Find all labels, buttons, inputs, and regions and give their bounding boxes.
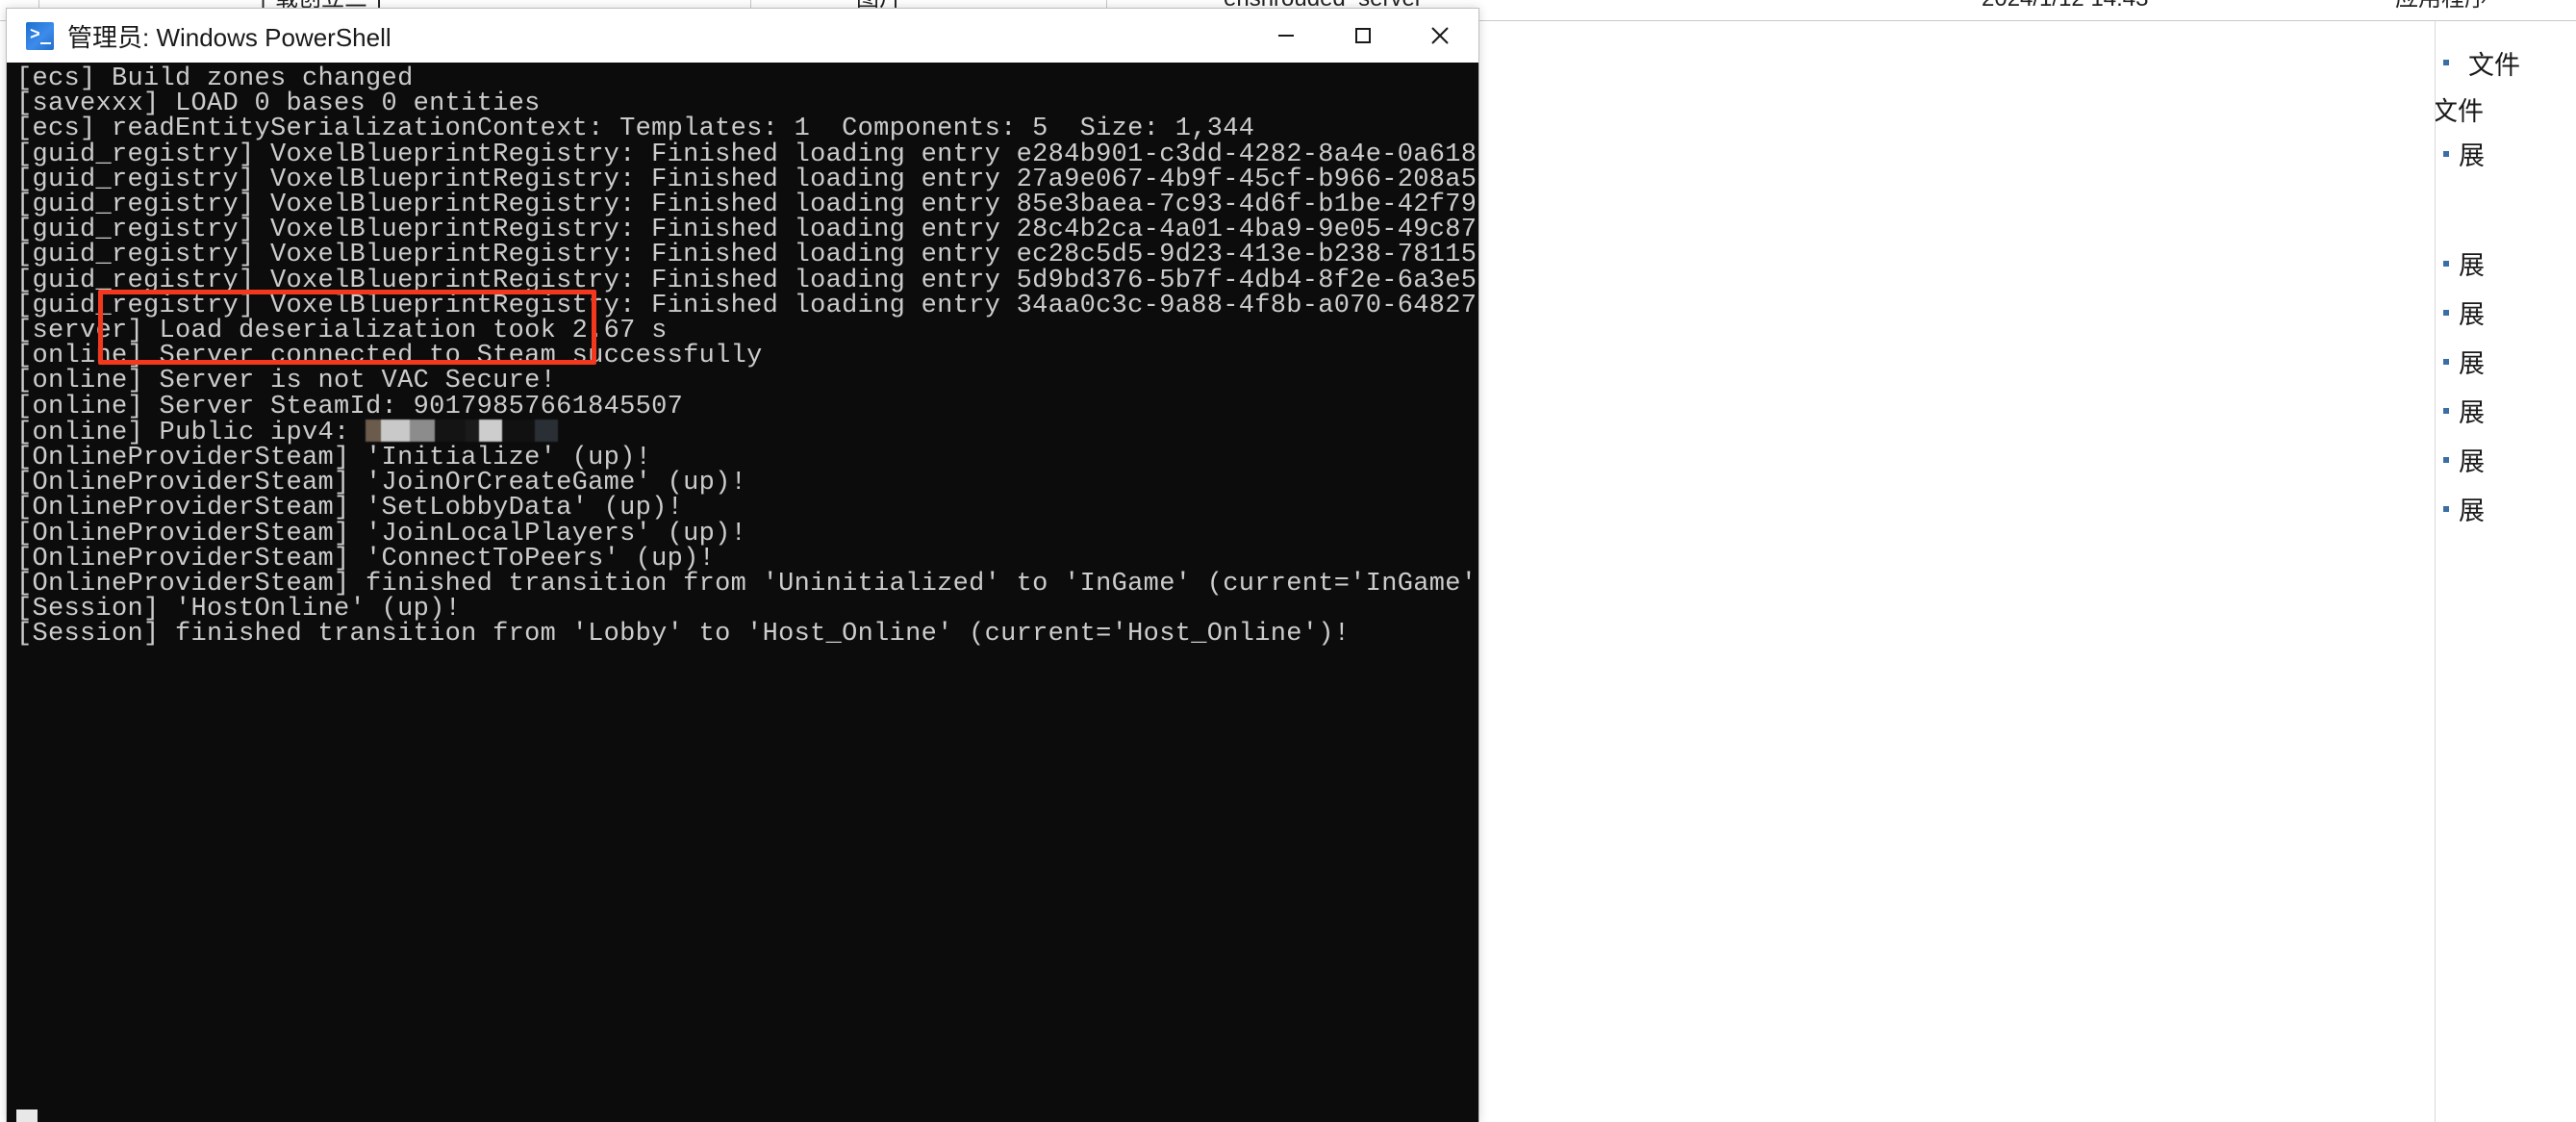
bg-strip-item-4: 应用程序 [2395, 0, 2488, 15]
bg-list-item-6: 展 [2459, 398, 2485, 427]
console-line: [server] Load deserialization took 2.67 … [16, 317, 668, 346]
bg-list-item-2: 展 [2459, 141, 2485, 170]
redacted-ip-overlay [366, 419, 559, 442]
console-output-area[interactable]: [ecs] Build zones changed [savexxx] LOAD… [7, 63, 1478, 1122]
console-line: [guid_registry] VoxelBlueprintRegistry: … [16, 165, 1478, 194]
window-title: 管理员: Windows PowerShell [67, 22, 391, 52]
console-line: [ecs] Build zones changed [16, 64, 414, 93]
console-line: [online] Server is not VAC Secure! [16, 367, 557, 396]
window-controls [1248, 9, 1478, 63]
console-line: [Session] 'HostOnline' (up)! [16, 595, 462, 625]
bg-list-item-5: 展 [2459, 349, 2485, 378]
console-line: [OnlineProviderSteam] 'JoinLocalPlayers'… [16, 519, 747, 548]
console-line: [OnlineProviderSteam] 'ConnectToPeers' (… [16, 544, 716, 574]
console-line: [ecs] readEntitySerializationContext: Te… [16, 115, 1255, 144]
maximize-icon[interactable] [1325, 9, 1402, 63]
bg-list-item-3: 展 [2459, 251, 2485, 280]
bg-list-item-4: 展 [2459, 300, 2485, 329]
bg-strip-item-3: 2024/1/12 14:43 [1982, 0, 2149, 15]
console-line: [guid_registry] VoxelBlueprintRegistry: … [16, 191, 1478, 220]
bg-list-item-1: 文件 [2435, 97, 2484, 126]
console-line: [online] Server connected to Steam succe… [16, 342, 763, 371]
console-line: [online] Server SteamId: 901798576618455… [16, 392, 684, 421]
console-line: [guid_registry] VoxelBlueprintRegistry: … [16, 216, 1478, 245]
console-line: [guid_registry] VoxelBlueprintRegistry: … [16, 140, 1478, 169]
minimize-icon[interactable] [1248, 9, 1325, 63]
console-line: [guid_registry] VoxelBlueprintRegistry: … [16, 241, 1478, 270]
console-line: [OnlineProviderSteam] 'Initialize' (up)! [16, 444, 652, 473]
console-line: [guid_registry] VoxelBlueprintRegistry: … [16, 291, 1478, 320]
powershell-window: 管理员: Windows PowerShell [ecs] Build zone… [6, 8, 1479, 1122]
console-line: [Session] finished transition from 'Lobb… [16, 620, 1351, 650]
background-file-list: 文件 文件 展 展 展 展 展 展 展 [2435, 21, 2576, 1122]
console-line: [OnlineProviderSteam] 'SetLobbyData' (up… [16, 494, 684, 523]
block-cursor [16, 1109, 38, 1122]
powershell-icon [26, 21, 54, 50]
bg-list-item-0: 文件 [2468, 51, 2520, 80]
console-line-redacted: [online] Public ipv4: [16, 419, 1478, 446]
console-line: [savexxx] LOAD 0 bases 0 entities [16, 89, 541, 119]
console-line: [OnlineProviderSteam] 'JoinOrCreateGame'… [16, 469, 747, 498]
console-lines: [ecs] Build zones changed [savexxx] LOAD… [16, 64, 1478, 1122]
window-titlebar[interactable]: 管理员: Windows PowerShell [7, 9, 1478, 63]
screen-root: 下载创立三十 图片 enshrouded_server 2024/1/12 14… [0, 0, 2576, 1122]
bg-list-item-8: 展 [2459, 497, 2485, 525]
console-line: [OnlineProviderSteam] finished transitio… [16, 570, 1478, 599]
bg-list-item-7: 展 [2459, 447, 2485, 476]
close-icon[interactable] [1402, 9, 1478, 63]
console-line: [guid_registry] VoxelBlueprintRegistry: … [16, 266, 1478, 295]
